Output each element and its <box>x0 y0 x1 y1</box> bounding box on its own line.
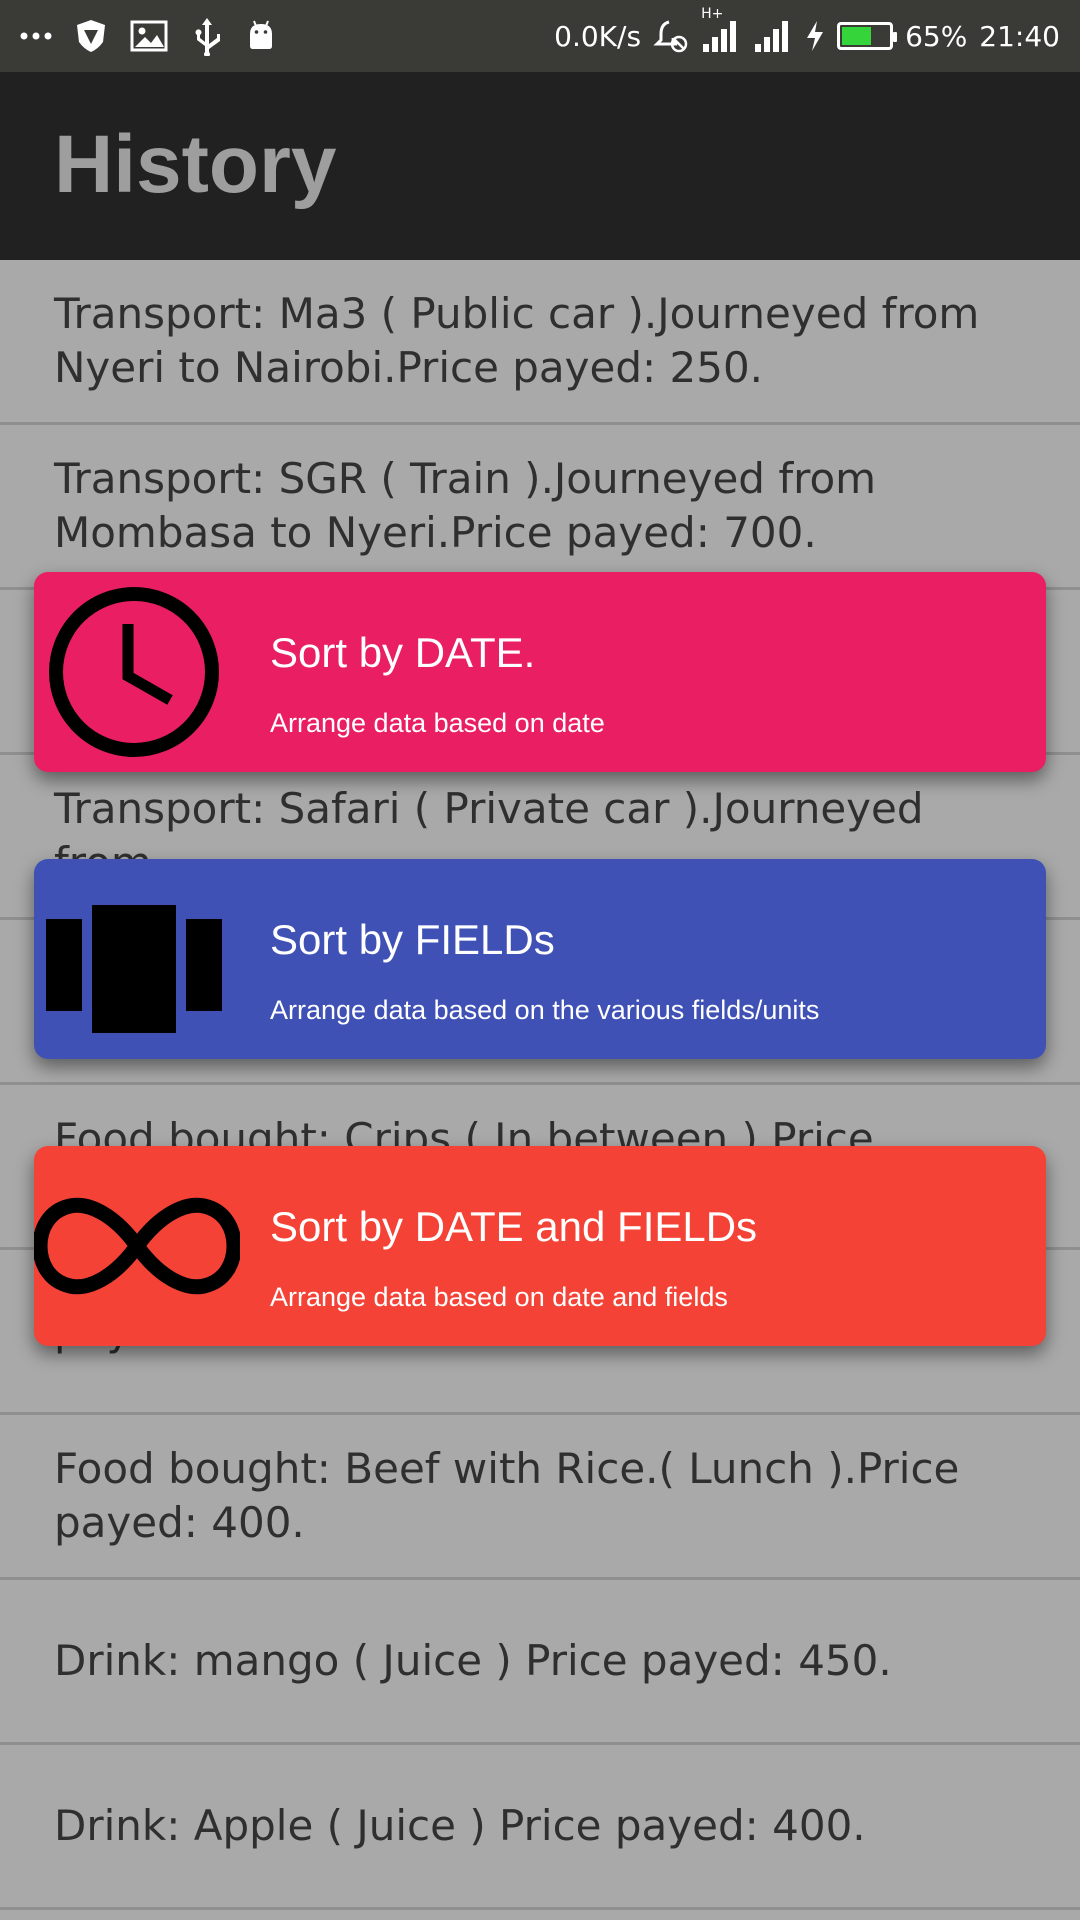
sort-by-date-subtitle: Arrange data based on date <box>270 708 605 738</box>
status-right: 0.0K/s H+ 65% 21:40 <box>554 0 1060 72</box>
battery-percent: 65% <box>905 19 968 53</box>
network-speed: 0.0K/s <box>554 19 642 53</box>
battery-fill <box>842 27 871 45</box>
app-bar: History <box>0 72 1080 260</box>
usb-icon <box>190 16 224 56</box>
status-left-icons <box>20 0 276 72</box>
clock-icon <box>46 584 222 760</box>
sort-by-date-and-fields-subtitle: Arrange data based on date and fields <box>270 1282 728 1312</box>
list-item-text: Food bought: Beef with Rice.( Lunch ).Pr… <box>54 1444 960 1547</box>
infinity-icon <box>34 1158 242 1334</box>
list-item-text: Drink: Apple ( Juice ) Price payed: 400. <box>54 1801 866 1850</box>
list-item[interactable]: Transport: Ma3 ( Public car ).Journeyed … <box>0 260 1080 425</box>
list-item[interactable]: Food bought: Beef with Rice.( Lunch ).Pr… <box>0 1415 1080 1580</box>
sort-by-fields-card[interactable]: Sort by FIELDs Arrange data based on the… <box>34 859 1046 1059</box>
list-item[interactable]: Transport: SGR ( Train ).Journeyed from … <box>0 425 1080 590</box>
signal-icon <box>753 20 793 52</box>
clock-time: 21:40 <box>979 19 1060 53</box>
signal-hplus-icon: H+ <box>701 6 741 52</box>
sort-by-date-and-fields-title: Sort by DATE and FIELDs <box>270 1203 758 1250</box>
sort-by-fields-subtitle: Arrange data based on the various fields… <box>270 995 820 1025</box>
network-type: H+ <box>701 6 724 22</box>
list-item-text: Transport: SGR ( Train ).Journeyed from … <box>54 454 877 557</box>
more-dots-icon <box>20 31 52 41</box>
sort-by-fields-title: Sort by FIELDs <box>270 916 555 963</box>
history-list: Transport: Ma3 ( Public car ).Journeyed … <box>0 260 1080 1910</box>
image-icon <box>130 20 168 52</box>
sort-by-date-card[interactable]: Sort by DATE. Arrange data based on date <box>34 572 1046 772</box>
carousel-icon <box>46 871 222 1047</box>
sort-by-date-and-fields-card[interactable]: Sort by DATE and FIELDs Arrange data bas… <box>34 1146 1046 1346</box>
sort-by-date-title: Sort by DATE. <box>270 629 536 676</box>
shield-icon <box>74 18 108 54</box>
list-item[interactable]: Drink: Apple ( Juice ) Price payed: 400. <box>0 1745 1080 1910</box>
status-bar: 0.0K/s H+ 65% 21:40 <box>0 0 1080 72</box>
alarm-off-icon <box>653 18 689 54</box>
charging-icon <box>805 20 825 52</box>
page-title: History <box>54 119 337 210</box>
list-item-text: Drink: mango ( Juice ) Price payed: 450. <box>54 1636 892 1685</box>
android-icon <box>246 20 276 52</box>
battery-icon <box>837 22 898 50</box>
list-item-text: Transport: Ma3 ( Public car ).Journeyed … <box>54 289 980 392</box>
list-item[interactable]: Drink: mango ( Juice ) Price payed: 450. <box>0 1580 1080 1745</box>
